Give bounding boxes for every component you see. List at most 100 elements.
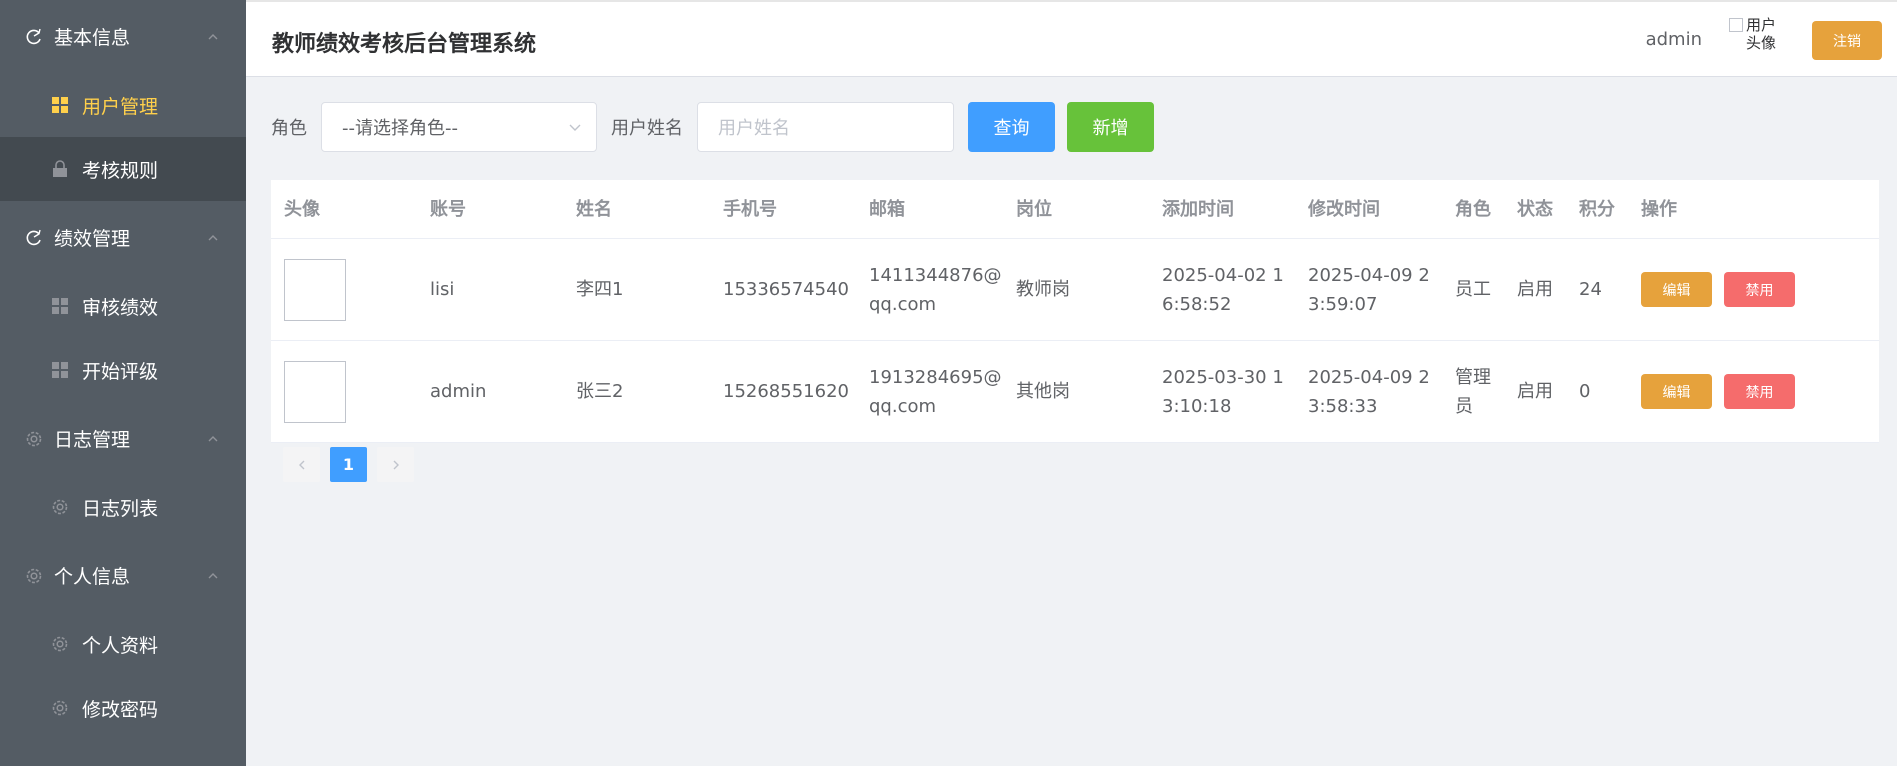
- column-header: 邮箱: [869, 198, 905, 220]
- avatar[interactable]: 用户头像: [1729, 16, 1781, 62]
- menu-group-personal-info[interactable]: 个人信息: [0, 539, 246, 612]
- sidebar: 基本信息 用户管理 考核规则 绩效管理 审核绩效 开始评级 日志管理 日志列表 …: [0, 0, 246, 766]
- gear-icon: [50, 497, 70, 517]
- column-header: 账号: [430, 198, 466, 220]
- column-header: 添加时间: [1162, 198, 1234, 220]
- avatar-image: [284, 258, 346, 321]
- email-cell: 1913284695@qq.com: [869, 366, 1002, 417]
- sidebar-item-change-password[interactable]: 修改密码: [0, 676, 246, 740]
- query-button[interactable]: 查询: [968, 102, 1055, 152]
- sidebar-item-user-management[interactable]: 用户管理: [0, 73, 246, 137]
- email-cell: 1411344876@qq.com: [869, 264, 1002, 315]
- name-cell: 张三2: [576, 381, 624, 402]
- add-button[interactable]: 新增: [1067, 102, 1154, 152]
- operations-cell: 编辑 禁用: [1628, 272, 1879, 307]
- disable-button[interactable]: 禁用: [1724, 374, 1795, 409]
- sidebar-item-start-rating[interactable]: 开始评级: [0, 338, 246, 402]
- sidebar-item-label: 开始评级: [82, 360, 159, 383]
- edit-button[interactable]: 编辑: [1641, 272, 1712, 307]
- header-username: admin: [1645, 29, 1702, 50]
- column-header: 手机号: [723, 198, 777, 220]
- menu-group-label: 日志管理: [54, 429, 131, 451]
- grid-icon: [50, 360, 70, 380]
- chevron-left-icon: [298, 460, 304, 469]
- sidebar-item-profile[interactable]: 个人资料: [0, 612, 246, 676]
- edit-button[interactable]: 编辑: [1641, 374, 1712, 409]
- broken-image-icon: [1729, 18, 1743, 32]
- added-time-cell: 2025-04-02 16:58:52: [1162, 264, 1284, 315]
- header: 教师绩效考核后台管理系统 admin 用户头像 注销: [246, 0, 1897, 77]
- page-title: 教师绩效考核后台管理系统: [272, 32, 537, 57]
- pagination: 1: [283, 447, 424, 482]
- role-cell: 员工: [1455, 279, 1491, 300]
- column-header: 操作: [1641, 198, 1677, 220]
- points-cell: 0: [1579, 381, 1591, 402]
- chevron-right-icon: [393, 460, 399, 469]
- column-header: 角色: [1455, 198, 1491, 220]
- grid-icon: [50, 95, 70, 115]
- column-header: 头像: [284, 198, 320, 220]
- column-header: 状态: [1517, 198, 1553, 220]
- menu-group-logs[interactable]: 日志管理: [0, 402, 246, 475]
- disable-button[interactable]: 禁用: [1724, 272, 1795, 307]
- points-cell: 24: [1579, 279, 1602, 300]
- menu-group-label: 绩效管理: [54, 228, 131, 250]
- phone-cell: 15268551620: [723, 381, 849, 402]
- username-label: 用户姓名: [611, 118, 683, 139]
- menu-group-basic-info[interactable]: 基本信息: [0, 0, 246, 73]
- next-page-button[interactable]: [377, 447, 414, 482]
- page-number[interactable]: 1: [330, 447, 367, 482]
- sidebar-item-label: 用户管理: [82, 95, 159, 118]
- sidebar-item-log-list[interactable]: 日志列表: [0, 475, 246, 539]
- chevron-up-icon: [208, 435, 218, 441]
- role-cell: 管理员: [1455, 366, 1491, 417]
- account-cell: lisi: [430, 279, 455, 300]
- table-row: admin 张三2 15268551620 1913284695@qq.com …: [271, 341, 1879, 443]
- chevron-down-icon: [569, 124, 581, 131]
- refresh-icon: [24, 27, 44, 47]
- menu-group-label: 个人信息: [54, 566, 131, 588]
- sidebar-item-label: 个人资料: [82, 634, 159, 657]
- sidebar-item-assessment-rules[interactable]: 考核规则: [0, 137, 246, 201]
- search-bar: 角色 --请选择角色-- 用户姓名 用户姓名 查询 新增: [271, 102, 1154, 152]
- status-cell: 启用: [1517, 279, 1553, 300]
- post-cell: 其他岗: [1016, 381, 1070, 402]
- sidebar-item-label: 考核规则: [82, 159, 159, 182]
- operations-cell: 编辑 禁用: [1628, 374, 1879, 409]
- username-input[interactable]: 用户姓名: [697, 102, 954, 152]
- menu-group-performance[interactable]: 绩效管理: [0, 201, 246, 274]
- gear-icon: [50, 634, 70, 654]
- sidebar-item-label: 审核绩效: [82, 296, 159, 319]
- modified-time-cell: 2025-04-09 23:58:33: [1308, 366, 1430, 417]
- menu-group-label: 基本信息: [54, 27, 131, 49]
- gear-icon: [50, 698, 70, 718]
- table-row: lisi 李四1 15336574540 1411344876@qq.com 教…: [271, 239, 1879, 341]
- refresh-icon: [24, 228, 44, 248]
- role-select[interactable]: --请选择角色--: [321, 102, 597, 152]
- table-header: 头像 账号 姓名 手机号 邮箱 岗位 添加时间 修改时间 角色 状态 积分 操作: [271, 180, 1879, 239]
- user-table: 头像 账号 姓名 手机号 邮箱 岗位 添加时间 修改时间 角色 状态 积分 操作…: [271, 180, 1879, 443]
- prev-page-button[interactable]: [283, 447, 320, 482]
- column-header: 岗位: [1016, 198, 1052, 220]
- avatar-cell: [271, 360, 417, 423]
- gear-icon: [24, 429, 44, 449]
- avatar-cell: [271, 258, 417, 321]
- modified-time-cell: 2025-04-09 23:59:07: [1308, 264, 1430, 315]
- username-input-placeholder: 用户姓名: [718, 118, 790, 139]
- sidebar-item-label: 修改密码: [82, 698, 159, 721]
- gear-icon: [24, 566, 44, 586]
- account-cell: admin: [430, 381, 487, 402]
- avatar-alt-text: 用户头像: [1746, 16, 1777, 52]
- column-header: 修改时间: [1308, 198, 1380, 220]
- chevron-up-icon: [208, 234, 218, 240]
- logout-button[interactable]: 注销: [1812, 21, 1882, 60]
- chevron-up-icon: [208, 33, 218, 39]
- post-cell: 教师岗: [1016, 279, 1070, 300]
- avatar-image: [284, 360, 346, 423]
- status-cell: 启用: [1517, 381, 1553, 402]
- sidebar-item-review-performance[interactable]: 审核绩效: [0, 274, 246, 338]
- column-header: 积分: [1579, 198, 1615, 220]
- name-cell: 李四1: [576, 279, 624, 300]
- role-label: 角色: [271, 118, 307, 139]
- lock-icon: [50, 159, 70, 179]
